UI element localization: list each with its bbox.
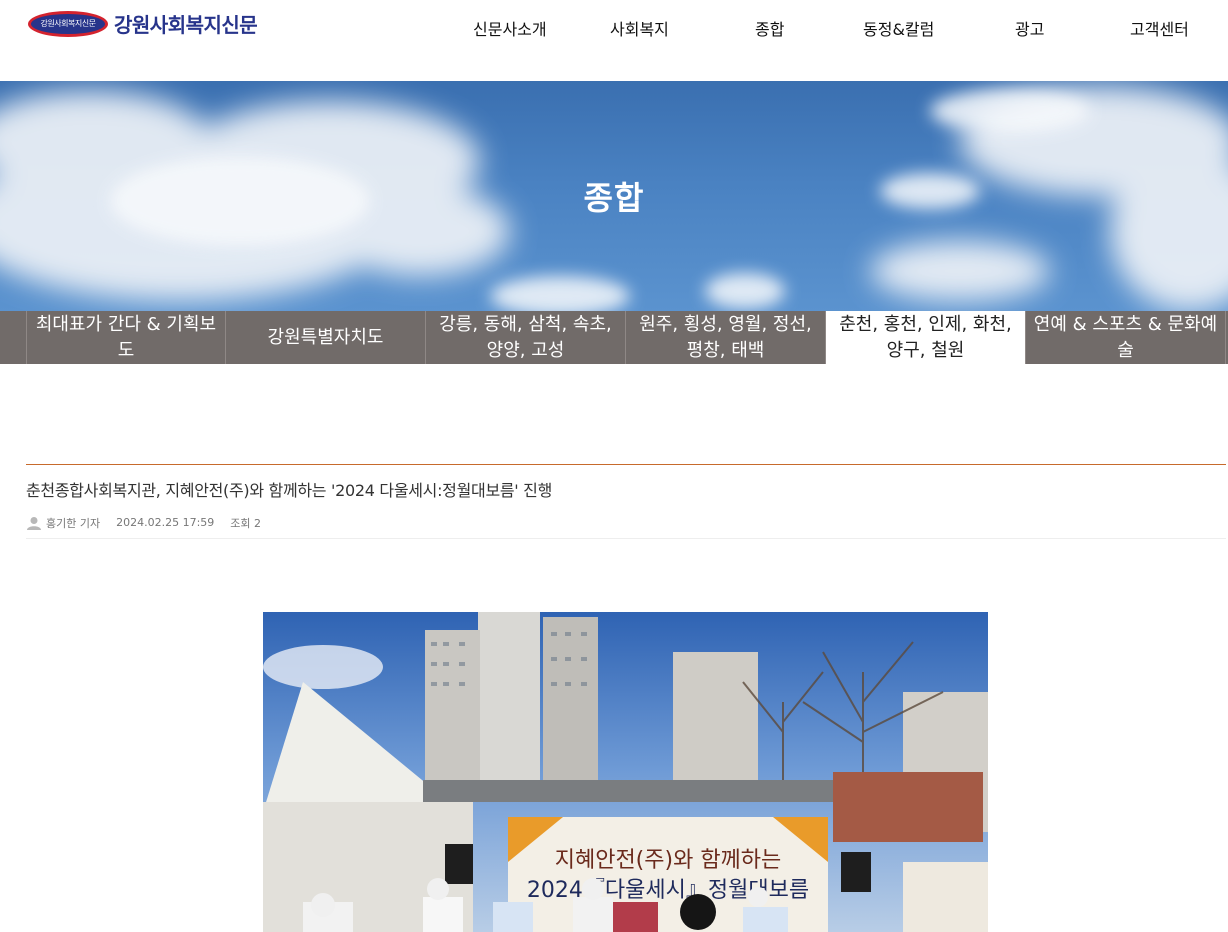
- nav-item-advertising[interactable]: 광고: [1015, 16, 1044, 40]
- event-photo-image: 지혜안전(주)와 함께하는 2024『다울세시』정월대보름: [263, 612, 988, 932]
- photo-banner-line1: 지혜안전(주)와 함께하는: [555, 848, 782, 873]
- nav-item-customer-center[interactable]: 고객센터: [1130, 16, 1189, 40]
- nav-item-general[interactable]: 종합: [755, 16, 784, 40]
- tab-entertainment-sports-culture[interactable]: 연예 & 스포츠 & 문화예술: [1026, 311, 1226, 364]
- site-logo[interactable]: 강원사회복지신문 강원사회복지신문: [28, 9, 258, 38]
- tab-chuncheon-region[interactable]: 춘천, 홍천, 인제, 화천, 양구, 철원: [826, 311, 1026, 364]
- tab-gangneung-region[interactable]: 강릉, 동해, 삼척, 속초, 양양, 고성: [426, 311, 626, 364]
- tab-ceo-special-report[interactable]: 최대표가 간다 & 기획보도: [26, 311, 226, 364]
- logo-text[interactable]: 강원사회복지신문: [114, 9, 258, 38]
- hero-banner: 종합: [0, 81, 1228, 311]
- nav-item-social-welfare[interactable]: 사회복지: [610, 16, 669, 40]
- tab-wonju-region[interactable]: 원주, 횡성, 영월, 정선, 평창, 태백: [626, 311, 826, 364]
- tab-label: 강원특별자치도: [267, 326, 384, 348]
- category-subnav: 최대표가 간다 & 기획보도 강원특별자치도 강릉, 동해, 삼척, 속초, 양…: [0, 311, 1228, 364]
- user-icon: [27, 516, 41, 530]
- article-title: 춘천종합사회복지관, 지혜안전(주)와 함께하는 '2024 다울세시:정월대보…: [26, 481, 553, 500]
- logo-emblem-text: 강원사회복지신문: [40, 19, 96, 28]
- tab-label: 연예 & 스포츠 & 문화예술: [1033, 313, 1218, 361]
- tab-label: 춘천, 홍천, 인제, 화천, 양구, 철원: [839, 313, 1012, 361]
- tab-gangwon-province[interactable]: 강원특별자치도: [226, 311, 426, 364]
- article-author: 홍기한 기자: [26, 515, 100, 531]
- tab-label: 강릉, 동해, 삼척, 속초, 양양, 고성: [439, 313, 612, 361]
- article-meta: 홍기한 기자 2024.02.25 17:59 조회 2: [26, 515, 1226, 539]
- article-top-divider: [26, 464, 1226, 465]
- site-header: 강원사회복지신문 강원사회복지신문 신문사소개 사회복지 종합 동정&칼럼 광고…: [0, 0, 1228, 81]
- tab-label: 원주, 횡성, 영월, 정선, 평창, 태백: [639, 313, 812, 361]
- author-name: 홍기한 기자: [46, 516, 101, 530]
- nav-item-news-column[interactable]: 동정&칼럼: [863, 16, 934, 40]
- nav-item-about[interactable]: 신문사소개: [473, 16, 547, 40]
- main-nav: 신문사소개 사회복지 종합 동정&칼럼 광고 고객센터: [440, 16, 1228, 40]
- article-views: 조회 2: [230, 516, 262, 530]
- tab-label: 최대표가 간다 & 기획보도: [35, 313, 217, 361]
- article: 춘천종합사회복지관, 지혜안전(주)와 함께하는 '2024 다울세시:정월대보…: [26, 464, 1226, 539]
- logo-emblem: 강원사회복지신문: [28, 10, 108, 37]
- article-photo: 지혜안전(주)와 함께하는 2024『다울세시』정월대보름: [263, 612, 988, 932]
- article-date: 2024.02.25 17:59: [116, 516, 215, 529]
- hero-title: 종합: [583, 179, 645, 217]
